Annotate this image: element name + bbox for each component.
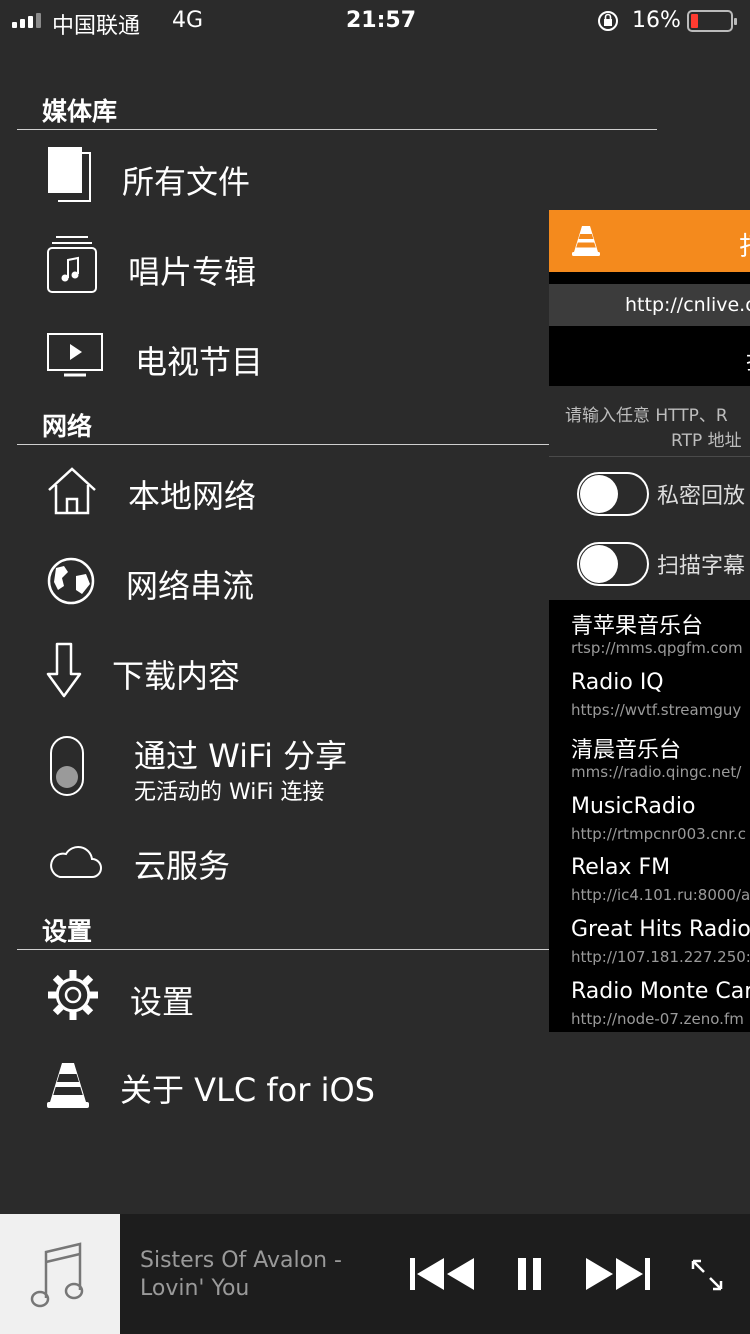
sidebar-item-label: 云服务 bbox=[134, 847, 231, 885]
list-item[interactable]: Great Hits Radio http://107.181.227.250: bbox=[549, 913, 750, 972]
sidebar-item-sublabel: 无活动的 WiFi 连接 bbox=[134, 780, 325, 805]
tv-icon bbox=[47, 333, 103, 377]
stream-title: 清晨音乐台 bbox=[571, 738, 682, 763]
stream-title: Great Hits Radio bbox=[571, 917, 750, 942]
stream-url-input[interactable]: http://cnlive.c bbox=[549, 284, 750, 326]
hint-text: 请输入任意 HTTP、R RTP 地址 bbox=[549, 386, 750, 456]
stream-url: mms://radio.qingc.net/ bbox=[571, 763, 742, 781]
list-item[interactable]: Radio IQ https://wvtf.streamguy bbox=[549, 666, 750, 725]
music-note-icon bbox=[30, 1242, 84, 1308]
private-playback-label: 私密回放 bbox=[657, 484, 746, 509]
hint-line: 请输入任意 HTTP、R bbox=[565, 406, 728, 426]
music-album-icon bbox=[47, 236, 97, 293]
files-icon bbox=[48, 147, 91, 202]
clock: 21:57 bbox=[346, 8, 417, 33]
network-label: 4G bbox=[172, 8, 204, 33]
panel-header: 打 bbox=[549, 210, 750, 272]
scan-subtitles-label: 扫描字幕 bbox=[657, 554, 746, 579]
sidebar-item-downloads[interactable]: 下载内容 bbox=[0, 626, 550, 716]
private-playback-toggle[interactable] bbox=[577, 472, 649, 516]
pause-button[interactable] bbox=[518, 1258, 542, 1290]
vlc-cone-icon bbox=[572, 226, 600, 256]
list-item[interactable]: Radio Monte Car http://node-07.zeno.fm bbox=[549, 975, 750, 1032]
album-art bbox=[0, 1214, 120, 1334]
stream-url: rtsp://mms.qpgfm.com bbox=[571, 639, 743, 657]
sidebar-item-wifi-share[interactable]: 通过 WiFi 分享 无活动的 WiFi 连接 bbox=[0, 716, 550, 816]
section-title-library: 媒体库 bbox=[42, 97, 118, 126]
list-item[interactable]: Relax FM http://ic4.101.ru:8000/a bbox=[549, 851, 750, 910]
vlc-cone-icon bbox=[47, 1063, 89, 1108]
list-item[interactable]: MusicRadio http://rtmpcnr003.cnr.c bbox=[549, 790, 750, 849]
stream-title: Radio IQ bbox=[571, 670, 664, 695]
sidebar-item-network-stream[interactable]: 网络串流 bbox=[0, 536, 550, 626]
network-stream-panel: 打 http://cnlive.c 打 请输入任意 HTTP、R RTP 地址 … bbox=[549, 210, 750, 1032]
track-subtitle: Lovin' You bbox=[140, 1276, 250, 1301]
stream-url: https://wvtf.streamguy bbox=[571, 701, 742, 719]
stream-title: Relax FM bbox=[571, 855, 671, 880]
url-value: http://cnlive.c bbox=[625, 294, 750, 316]
status-bar: 中国联通 4G 21:57 16% bbox=[0, 0, 750, 42]
sidebar-item-label: 网络串流 bbox=[126, 567, 255, 605]
stream-url: http://node-07.zeno.fm bbox=[571, 1010, 744, 1028]
next-button[interactable] bbox=[584, 1258, 652, 1290]
list-item[interactable]: 青苹果音乐台 rtsp://mms.qpgfm.com bbox=[549, 604, 750, 663]
sidebar-item-label: 关于 VLC for iOS bbox=[120, 1071, 375, 1109]
gear-icon bbox=[48, 970, 98, 1020]
sidebar-item-all-files[interactable]: 所有文件 bbox=[0, 130, 550, 220]
wifi-toggle-icon bbox=[50, 736, 84, 796]
stream-title: 青苹果音乐台 bbox=[571, 614, 704, 639]
hint-line: RTP 地址 bbox=[671, 431, 742, 451]
cloud-icon bbox=[50, 845, 102, 878]
sidebar-item-cloud[interactable]: 云服务 bbox=[0, 816, 550, 906]
divider bbox=[17, 444, 550, 445]
sidebar-item-label: 下载内容 bbox=[112, 657, 241, 695]
open-button-label: 打 bbox=[746, 344, 750, 376]
sidebar-item-label: 唱片专辑 bbox=[128, 253, 257, 291]
sidebar-item-albums[interactable]: 唱片专辑 bbox=[0, 220, 550, 310]
previous-button[interactable] bbox=[408, 1258, 476, 1290]
stream-url: http://ic4.101.ru:8000/a bbox=[571, 886, 750, 904]
section-title-settings: 设置 bbox=[42, 917, 93, 946]
carrier-label: 中国联通 bbox=[52, 14, 141, 39]
stream-title: MusicRadio bbox=[571, 794, 696, 819]
stream-title: Radio Monte Car bbox=[571, 979, 750, 1004]
sidebar-item-label: 设置 bbox=[130, 983, 195, 1021]
section-title-network: 网络 bbox=[42, 412, 93, 441]
expand-icon[interactable] bbox=[690, 1258, 724, 1292]
download-icon bbox=[46, 642, 82, 698]
open-network-stream-button[interactable]: 打 bbox=[549, 326, 750, 386]
sidebar-item-tv-shows[interactable]: 电视节目 bbox=[0, 310, 550, 400]
track-title: Sisters Of Avalon - bbox=[140, 1248, 342, 1273]
stream-url: http://107.181.227.250: bbox=[571, 948, 750, 966]
sidebar-item-label: 电视节目 bbox=[135, 343, 264, 381]
sidebar-item-label: 所有文件 bbox=[122, 163, 251, 201]
list-item[interactable]: 清晨音乐台 mms://radio.qingc.net/ bbox=[549, 728, 750, 787]
options-area: 私密回放 扫描字幕 bbox=[549, 456, 750, 600]
home-icon bbox=[48, 467, 96, 515]
battery-percent: 16% bbox=[632, 8, 681, 33]
sidebar-item-local-network[interactable]: 本地网络 bbox=[0, 446, 550, 536]
sidebar-item-about[interactable]: 关于 VLC for iOS bbox=[0, 1040, 550, 1130]
scan-subtitles-toggle[interactable] bbox=[577, 542, 649, 586]
sidebar-item-label: 本地网络 bbox=[128, 477, 257, 515]
sidebar-item-label: 通过 WiFi 分享 bbox=[134, 737, 348, 775]
rotation-lock-icon bbox=[598, 11, 618, 31]
signal-icon bbox=[12, 10, 46, 30]
panel-title: 打 bbox=[739, 226, 750, 263]
stream-url: http://rtmpcnr003.cnr.c bbox=[571, 825, 747, 843]
mini-player[interactable]: Sisters Of Avalon - Lovin' You bbox=[0, 1214, 750, 1334]
globe-icon bbox=[47, 557, 95, 605]
sidebar-item-settings[interactable]: 设置 bbox=[0, 950, 550, 1040]
battery-icon bbox=[687, 10, 737, 32]
